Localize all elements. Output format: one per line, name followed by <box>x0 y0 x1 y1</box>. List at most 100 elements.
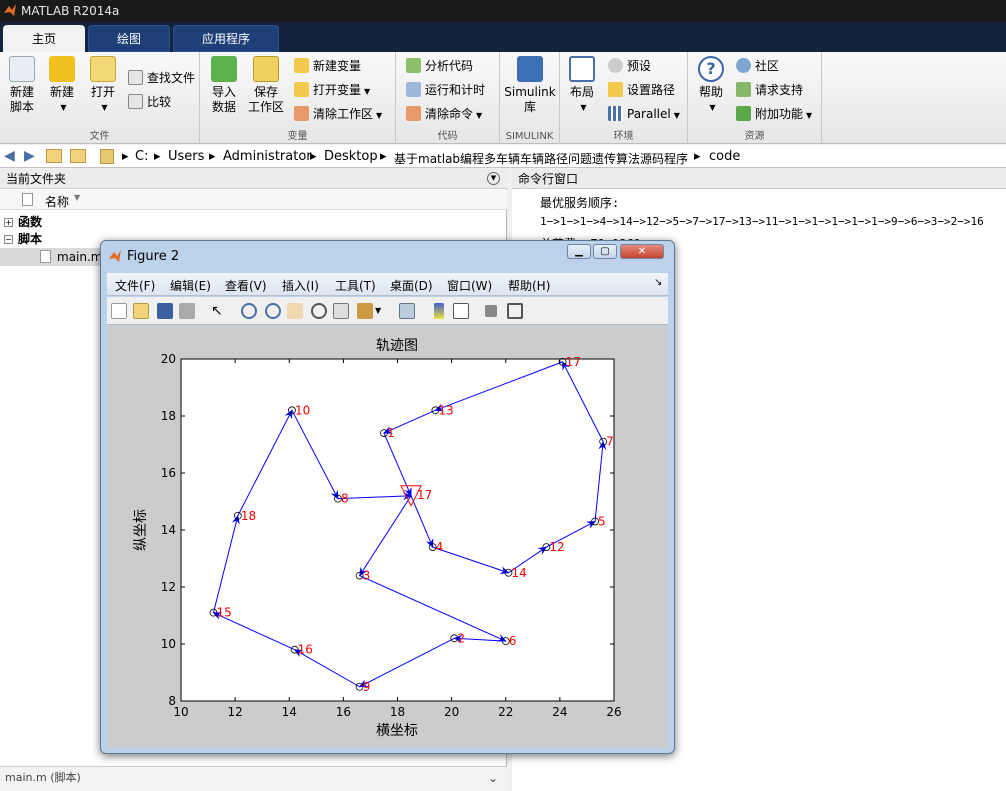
pointer-icon[interactable]: ↖ <box>211 303 227 319</box>
forward-arrow-icon[interactable]: ▶ <box>24 148 35 164</box>
hide-plot-tools-icon[interactable] <box>485 305 497 317</box>
parallel-button[interactable]: Parallel ▼ <box>608 104 680 124</box>
open-button[interactable]: 打开 ▼ <box>86 56 120 115</box>
customer-label: 10 <box>295 403 310 417</box>
file-details-text: main.m (脚本) <box>5 771 81 784</box>
y-tick-label: 8 <box>168 694 176 708</box>
y-tick-label: 16 <box>161 466 176 480</box>
collapse-icon[interactable]: − <box>4 235 13 244</box>
figure-toolbar: ↖ ▼ <box>107 297 668 325</box>
addons-button[interactable]: 附加功能 ▼ <box>736 104 812 124</box>
menu-file[interactable]: 文件(F) <box>115 277 155 294</box>
data-cursor-icon[interactable] <box>333 303 349 319</box>
back-arrow-icon[interactable]: ◀ <box>4 148 15 164</box>
close-button[interactable]: ✕ <box>620 244 664 259</box>
gear-icon <box>608 58 623 73</box>
colorbar-icon[interactable] <box>434 303 444 319</box>
rotate-icon[interactable] <box>311 303 327 319</box>
link-plot-icon[interactable] <box>399 303 415 319</box>
new-button[interactable]: 新建 ▼ <box>44 56 80 115</box>
layout-button[interactable]: 布局 ▼ <box>566 56 598 115</box>
tab-home[interactable]: 主页 <box>3 25 85 52</box>
simulink-library-button[interactable]: Simulink 库 <box>504 56 556 115</box>
new-variable-button[interactable]: 新建变量 <box>294 56 361 76</box>
clear-workspace-icon <box>294 106 309 121</box>
up-folder-icon[interactable] <box>46 149 62 163</box>
menu-view[interactable]: 查看(V) <box>225 277 267 294</box>
legend-icon[interactable] <box>453 303 469 319</box>
dock-arrow-icon[interactable]: ↘ <box>654 277 662 288</box>
customer-label: 2 <box>457 631 465 645</box>
request-support-button[interactable]: 请求支持 <box>736 80 803 100</box>
preferences-button[interactable]: 预设 <box>608 56 651 76</box>
run-and-time-button[interactable]: 运行和计时 <box>406 80 485 100</box>
x-tick-label: 14 <box>282 705 297 719</box>
breadcrumb-project-folder[interactable]: 基于matlab编程多车辆车辆路径问题遗传算法源码程序 <box>394 150 688 167</box>
analyze-code-button[interactable]: 分析代码 <box>406 56 473 76</box>
zoom-out-icon[interactable] <box>265 303 281 319</box>
clear-commands-button[interactable]: 清除命令 ▼ <box>406 104 482 124</box>
help-button[interactable]: ? 帮助 ▼ <box>696 56 726 115</box>
open-variable-button[interactable]: 打开变量 ▼ <box>294 80 370 100</box>
y-tick-label: 10 <box>161 637 176 651</box>
print-icon[interactable] <box>179 303 195 319</box>
menu-edit[interactable]: 编辑(E) <box>170 277 211 294</box>
maximize-button[interactable]: ▢ <box>593 244 617 259</box>
brush-icon[interactable] <box>357 303 373 319</box>
tab-plots[interactable]: 绘图 <box>88 25 170 52</box>
save-icon[interactable] <box>157 303 173 319</box>
breadcrumb-c[interactable]: C: <box>135 149 148 164</box>
y-tick-label: 12 <box>161 580 176 594</box>
chevron-down-icon: ▼ <box>709 103 716 112</box>
save-workspace-button[interactable]: 保存 工作区 <box>246 56 286 115</box>
expand-icon[interactable]: + <box>4 218 13 227</box>
menu-help[interactable]: 帮助(H) <box>508 277 550 294</box>
tab-apps[interactable]: 应用程序 <box>173 25 279 52</box>
help-icon: ? <box>698 56 724 82</box>
file-type-column-icon <box>22 193 33 206</box>
file-details-bar[interactable]: main.m (脚本) ⌄ <box>0 766 507 791</box>
menu-desktop[interactable]: 桌面(D) <box>390 277 433 294</box>
menu-window[interactable]: 窗口(W) <box>447 277 492 294</box>
breadcrumb-code[interactable]: code <box>709 149 740 164</box>
breadcrumb-users[interactable]: Users <box>168 149 204 164</box>
breadcrumb-separator: ▸ <box>122 149 129 164</box>
tree-group-functions[interactable]: + 函数 <box>4 214 42 231</box>
import-data-button[interactable]: 导入 数据 <box>206 56 242 115</box>
customer-label: 17 <box>566 355 581 369</box>
find-files-button[interactable]: 查找文件 <box>128 68 195 88</box>
customer-label: 8 <box>341 492 349 506</box>
show-plot-tools-icon[interactable] <box>507 303 523 319</box>
addons-icon <box>736 106 751 121</box>
breadcrumb-desktop[interactable]: Desktop <box>324 149 378 164</box>
analyze-code-icon <box>406 58 421 73</box>
customer-label: 7 <box>606 435 614 449</box>
pan-icon[interactable] <box>287 303 303 319</box>
tree-group-scripts[interactable]: − 脚本 <box>4 231 42 248</box>
y-tick-label: 18 <box>161 409 176 423</box>
open-file-icon[interactable] <box>133 303 149 319</box>
ribbon-tabs: 主页 绘图 应用程序 <box>0 22 1006 52</box>
menu-tools[interactable]: 工具(T) <box>335 277 376 294</box>
customer-label: 9 <box>363 680 371 694</box>
clear-workspace-button[interactable]: 清除工作区 ▼ <box>294 104 382 124</box>
output-line-route: 1−>1−>1−>4−>14−>12−>5−>7−>17−>13−>11−>1−… <box>540 215 984 228</box>
chevron-down-icon[interactable]: ⌄ <box>488 767 498 789</box>
new-script-button[interactable]: 新建 脚本 <box>4 56 40 115</box>
community-button[interactable]: 社区 <box>736 56 779 76</box>
zoom-in-icon[interactable] <box>241 303 257 319</box>
x-tick-label: 18 <box>390 705 405 719</box>
menu-insert[interactable]: 插入(I) <box>282 277 319 294</box>
figure-window[interactable]: Figure 2 ▁ ▢ ✕ 文件(F) 编辑(E) 查看(V) 插入(I) 工… <box>100 240 675 754</box>
chevron-down-icon[interactable]: ▼ <box>375 303 391 319</box>
minimize-button[interactable]: ▁ <box>567 244 591 259</box>
customer-label: 16 <box>298 643 313 657</box>
breadcrumb-administrator[interactable]: Administrator <box>223 149 312 164</box>
compare-button[interactable]: 比较 <box>128 92 171 112</box>
new-figure-icon[interactable] <box>111 303 127 319</box>
set-path-button[interactable]: 设置路径 <box>608 80 675 100</box>
panel-actions-icon[interactable]: ▼ <box>487 172 500 185</box>
column-name[interactable]: 名称 <box>45 193 69 210</box>
browse-folder-icon[interactable] <box>70 149 86 163</box>
depot-label: 17 <box>417 488 432 502</box>
